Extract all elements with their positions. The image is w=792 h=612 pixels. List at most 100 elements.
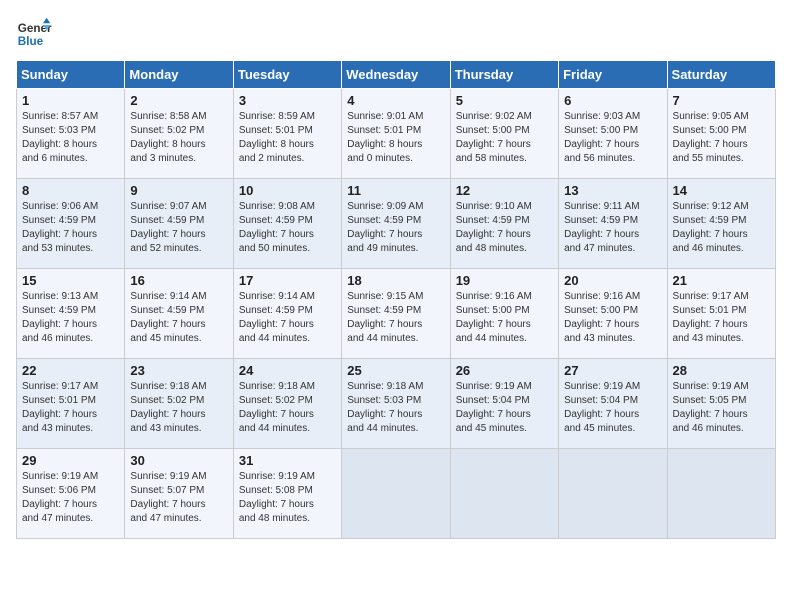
day-content: Sunrise: 9:10 AM Sunset: 4:59 PM Dayligh…	[456, 200, 553, 256]
day-number: 4	[347, 93, 444, 108]
calendar-cell: 18Sunrise: 9:15 AM Sunset: 4:59 PM Dayli…	[342, 269, 450, 359]
calendar-cell: 30 Sunrise: 9:19 AM Sunset: 5:07 PM Dayli…	[125, 449, 233, 539]
day-number: 13	[564, 183, 661, 198]
calendar-cell: 15 Sunrise: 9:13 AM Sunset: 4:59 PM Dayli…	[17, 269, 125, 359]
day-content: Sunrise: 9:19 AM Sunset: 5:05 PM Dayligh…	[673, 380, 770, 436]
week-row-4: 22Sunrise: 9:17 AM Sunset: 5:01 PM Dayli…	[17, 359, 776, 449]
calendar-cell: 6 Sunrise: 9:03 AM Sunset: 5:00 PM Daylig…	[559, 89, 667, 179]
day-number: 30	[130, 453, 227, 468]
day-content: Sunrise: 9:07 AM Sunset: 4:59 PM Dayligh…	[130, 200, 227, 256]
calendar-cell	[342, 449, 450, 539]
calendar-cell: 21Sunrise: 9:17 AM Sunset: 5:01 PM Dayli…	[667, 269, 775, 359]
day-content: Sunrise: 9:08 AM Sunset: 4:59 PM Dayligh…	[239, 200, 336, 256]
day-number: 23	[130, 363, 227, 378]
day-content: Sunrise: 9:18 AM Sunset: 5:03 PM Dayligh…	[347, 380, 444, 436]
week-row-3: 15 Sunrise: 9:13 AM Sunset: 4:59 PM Dayli…	[17, 269, 776, 359]
calendar-cell: 24 Sunrise: 9:18 AM Sunset: 5:02 PM Dayli…	[233, 359, 341, 449]
day-number: 14	[673, 183, 770, 198]
day-content: Sunrise: 9:03 AM Sunset: 5:00 PM Dayligh…	[564, 110, 661, 166]
day-number: 10	[239, 183, 336, 198]
day-number: 9	[130, 183, 227, 198]
calendar-cell: 23 Sunrise: 9:18 AM Sunset: 5:02 PM Dayli…	[125, 359, 233, 449]
week-row-1: 1 Sunrise: 8:57 AM Sunset: 5:03 PM Daylig…	[17, 89, 776, 179]
calendar-header-row: SundayMondayTuesdayWednesdayThursdayFrid…	[17, 61, 776, 89]
calendar-cell	[667, 449, 775, 539]
header-friday: Friday	[559, 61, 667, 89]
week-row-2: 8 Sunrise: 9:06 AM Sunset: 4:59 PM Daylig…	[17, 179, 776, 269]
day-number: 6	[564, 93, 661, 108]
day-content: Sunrise: 9:19 AM Sunset: 5:04 PM Dayligh…	[456, 380, 553, 436]
calendar-cell: 16 Sunrise: 9:14 AM Sunset: 4:59 PM Dayli…	[125, 269, 233, 359]
day-content: Sunrise: 9:18 AM Sunset: 5:02 PM Dayligh…	[239, 380, 336, 436]
day-content: Sunrise: 9:19 AM Sunset: 5:06 PM Dayligh…	[22, 470, 119, 526]
calendar-cell: 22Sunrise: 9:17 AM Sunset: 5:01 PM Dayli…	[17, 359, 125, 449]
logo-icon: General Blue	[16, 16, 52, 52]
header-tuesday: Tuesday	[233, 61, 341, 89]
day-number: 5	[456, 93, 553, 108]
calendar-cell: 17Sunrise: 9:14 AM Sunset: 4:59 PM Dayli…	[233, 269, 341, 359]
calendar-cell: 20Sunrise: 9:16 AM Sunset: 5:00 PM Dayli…	[559, 269, 667, 359]
day-number: 21	[673, 273, 770, 288]
day-number: 1	[22, 93, 119, 108]
calendar-cell: 5Sunrise: 9:02 AM Sunset: 5:00 PM Daylig…	[450, 89, 558, 179]
day-content: Sunrise: 9:11 AM Sunset: 4:59 PM Dayligh…	[564, 200, 661, 256]
day-content: Sunrise: 9:19 AM Sunset: 5:08 PM Dayligh…	[239, 470, 336, 526]
day-number: 8	[22, 183, 119, 198]
day-content: Sunrise: 9:18 AM Sunset: 5:02 PM Dayligh…	[130, 380, 227, 436]
header-sunday: Sunday	[17, 61, 125, 89]
day-number: 2	[130, 93, 227, 108]
calendar-cell: 19 Sunrise: 9:16 AM Sunset: 5:00 PM Dayli…	[450, 269, 558, 359]
day-number: 16	[130, 273, 227, 288]
svg-text:Blue: Blue	[18, 35, 44, 48]
day-content: Sunrise: 9:19 AM Sunset: 5:04 PM Dayligh…	[564, 380, 661, 436]
header-saturday: Saturday	[667, 61, 775, 89]
calendar-cell: 13 Sunrise: 9:11 AM Sunset: 4:59 PM Dayli…	[559, 179, 667, 269]
header-thursday: Thursday	[450, 61, 558, 89]
calendar-cell: 4 Sunrise: 9:01 AM Sunset: 5:01 PM Daylig…	[342, 89, 450, 179]
day-content: Sunrise: 9:19 AM Sunset: 5:07 PM Dayligh…	[130, 470, 227, 526]
day-number: 18	[347, 273, 444, 288]
day-number: 12	[456, 183, 553, 198]
calendar-cell: 2 Sunrise: 8:58 AM Sunset: 5:02 PM Daylig…	[125, 89, 233, 179]
day-content: Sunrise: 9:05 AM Sunset: 5:00 PM Dayligh…	[673, 110, 770, 166]
day-number: 19	[456, 273, 553, 288]
calendar-cell: 9 Sunrise: 9:07 AM Sunset: 4:59 PM Daylig…	[125, 179, 233, 269]
day-number: 25	[347, 363, 444, 378]
day-number: 17	[239, 273, 336, 288]
calendar-cell: 11Sunrise: 9:09 AM Sunset: 4:59 PM Dayli…	[342, 179, 450, 269]
calendar-cell: 26Sunrise: 9:19 AM Sunset: 5:04 PM Dayli…	[450, 359, 558, 449]
day-number: 29	[22, 453, 119, 468]
day-content: Sunrise: 9:14 AM Sunset: 4:59 PM Dayligh…	[130, 290, 227, 346]
day-number: 28	[673, 363, 770, 378]
calendar-cell	[450, 449, 558, 539]
calendar-cell: 29 Sunrise: 9:19 AM Sunset: 5:06 PM Dayli…	[17, 449, 125, 539]
day-content: Sunrise: 9:13 AM Sunset: 4:59 PM Dayligh…	[22, 290, 119, 346]
day-content: Sunrise: 8:58 AM Sunset: 5:02 PM Dayligh…	[130, 110, 227, 166]
calendar-cell: 8 Sunrise: 9:06 AM Sunset: 4:59 PM Daylig…	[17, 179, 125, 269]
week-row-5: 29 Sunrise: 9:19 AM Sunset: 5:06 PM Dayli…	[17, 449, 776, 539]
day-content: Sunrise: 8:57 AM Sunset: 5:03 PM Dayligh…	[22, 110, 119, 166]
day-content: Sunrise: 9:17 AM Sunset: 5:01 PM Dayligh…	[22, 380, 119, 436]
day-content: Sunrise: 9:01 AM Sunset: 5:01 PM Dayligh…	[347, 110, 444, 166]
day-content: Sunrise: 8:59 AM Sunset: 5:01 PM Dayligh…	[239, 110, 336, 166]
calendar-cell: 3 Sunrise: 8:59 AM Sunset: 5:01 PM Daylig…	[233, 89, 341, 179]
day-number: 24	[239, 363, 336, 378]
calendar-cell: 14Sunrise: 9:12 AM Sunset: 4:59 PM Dayli…	[667, 179, 775, 269]
header-monday: Monday	[125, 61, 233, 89]
day-content: Sunrise: 9:16 AM Sunset: 5:00 PM Dayligh…	[564, 290, 661, 346]
page-header: General Blue	[16, 16, 776, 52]
header-wednesday: Wednesday	[342, 61, 450, 89]
calendar-cell: 12 Sunrise: 9:10 AM Sunset: 4:59 PM Dayli…	[450, 179, 558, 269]
day-content: Sunrise: 9:09 AM Sunset: 4:59 PM Dayligh…	[347, 200, 444, 256]
day-content: Sunrise: 9:16 AM Sunset: 5:00 PM Dayligh…	[456, 290, 553, 346]
day-number: 3	[239, 93, 336, 108]
calendar-cell	[559, 449, 667, 539]
calendar-table: SundayMondayTuesdayWednesdayThursdayFrid…	[16, 60, 776, 539]
day-number: 15	[22, 273, 119, 288]
calendar-cell: 31 Sunrise: 9:19 AM Sunset: 5:08 PM Dayli…	[233, 449, 341, 539]
calendar-cell: 10 Sunrise: 9:08 AM Sunset: 4:59 PM Dayli…	[233, 179, 341, 269]
calendar-cell: 7 Sunrise: 9:05 AM Sunset: 5:00 PM Daylig…	[667, 89, 775, 179]
day-number: 7	[673, 93, 770, 108]
day-number: 31	[239, 453, 336, 468]
day-content: Sunrise: 9:06 AM Sunset: 4:59 PM Dayligh…	[22, 200, 119, 256]
